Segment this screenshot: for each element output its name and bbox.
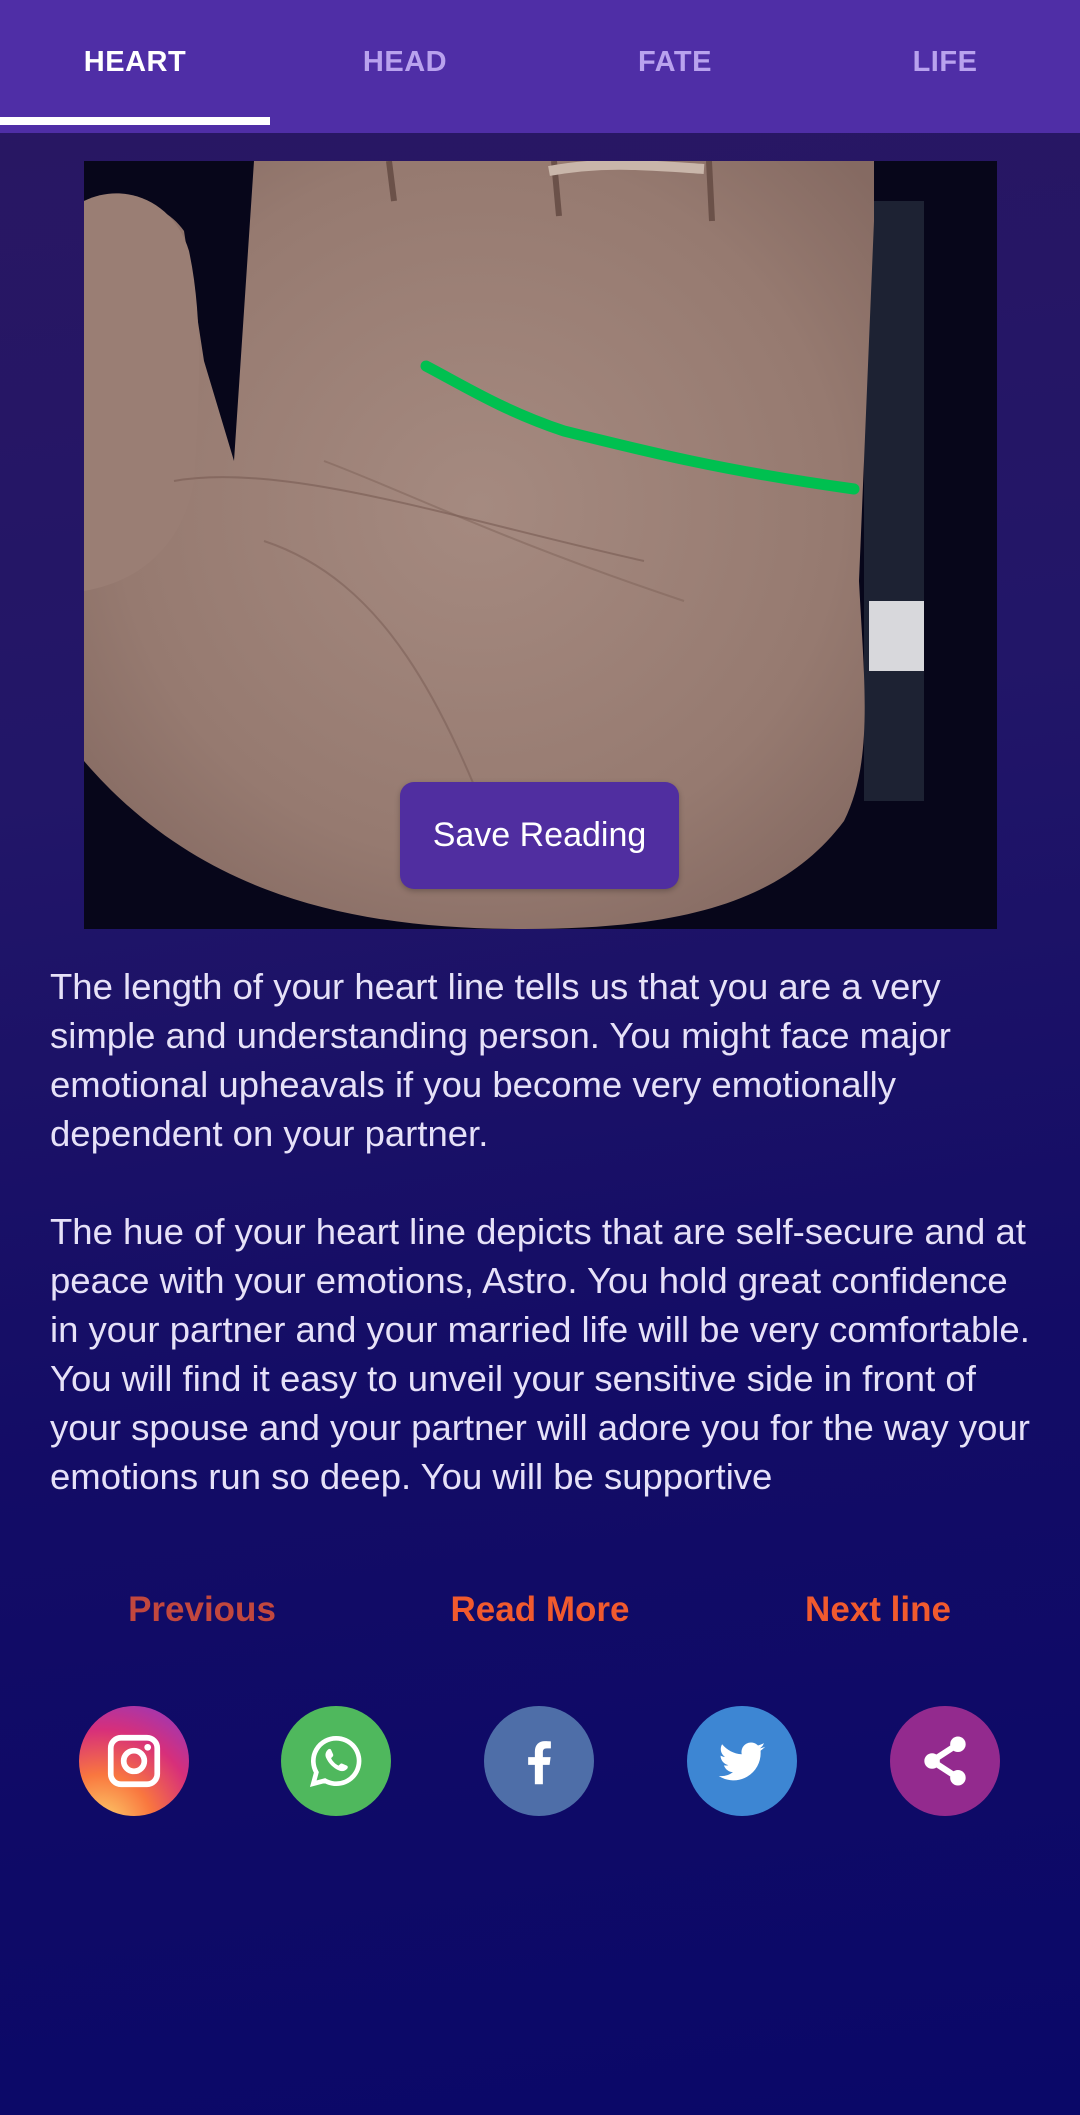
reading-paragraph: The hue of your heart line depicts that …: [50, 1211, 1030, 1497]
share-twitter-button[interactable]: [687, 1706, 797, 1816]
save-reading-button[interactable]: Save Reading: [400, 782, 679, 889]
share-instagram-button[interactable]: [79, 1706, 189, 1816]
read-more-button[interactable]: Read More: [390, 1590, 690, 1630]
whatsapp-icon: [309, 1735, 362, 1788]
instagram-icon: [107, 1734, 161, 1788]
tab-head[interactable]: HEAD: [270, 0, 540, 133]
tab-life-label: LIFE: [912, 46, 978, 78]
active-tab-indicator: [0, 117, 270, 125]
line-tabs: HEART HEAD FATE LIFE: [0, 0, 1080, 133]
twitter-icon: [718, 1742, 766, 1781]
reading-paragraph: The length of your heart line tells us t…: [50, 966, 951, 1154]
reading-navigation: Previous Read More Next line: [0, 1590, 1080, 1640]
share-whatsapp-button[interactable]: [281, 1706, 391, 1816]
facebook-icon: [528, 1741, 551, 1785]
tab-life[interactable]: LIFE: [810, 0, 1080, 133]
tab-heart-label: HEART: [83, 46, 187, 78]
share-facebook-button[interactable]: [484, 1706, 594, 1816]
share-icon: [924, 1736, 966, 1786]
share-bar: [0, 1706, 1080, 1818]
reading-text: The length of your heart line tells us t…: [50, 962, 1040, 1550]
share-more-button[interactable]: [890, 1706, 1000, 1816]
next-line-button[interactable]: Next line: [728, 1590, 1028, 1630]
tab-fate-label: FATE: [638, 46, 712, 78]
tab-heart[interactable]: HEART: [0, 0, 270, 133]
tab-fate[interactable]: FATE: [540, 0, 810, 133]
tab-head-label: HEAD: [362, 46, 448, 78]
previous-button[interactable]: Previous: [52, 1590, 352, 1630]
